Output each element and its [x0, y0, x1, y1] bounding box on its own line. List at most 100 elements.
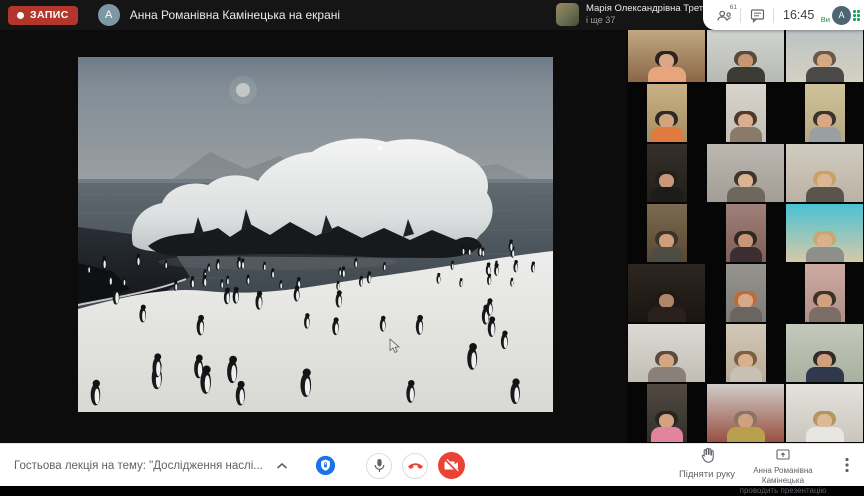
participant-video: [805, 264, 845, 322]
participant-tile[interactable]: [706, 263, 785, 323]
participant-video: [726, 264, 766, 322]
participant-tile[interactable]: [627, 143, 706, 203]
participant-video: [786, 24, 863, 82]
participant-silhouette: [651, 411, 683, 442]
participant-silhouette: [730, 111, 762, 142]
participant-silhouette: [806, 411, 844, 442]
meet-header-panel: 61 16:45 Ви А: [703, 0, 864, 30]
participant-tile[interactable]: [706, 83, 785, 143]
participant-silhouette: [809, 291, 841, 322]
you-indicator: Ви А: [821, 6, 864, 25]
meeting-title: Гостьова лекція на тему: "Дослідження на…: [14, 460, 263, 472]
participant-silhouette: [648, 351, 686, 382]
participant-video: [726, 204, 766, 262]
participant-tile[interactable]: [706, 143, 785, 203]
videocam-off-icon: [444, 459, 459, 472]
participant-video: [628, 264, 705, 322]
more-vert-icon: [845, 457, 849, 473]
shared-screen: [78, 57, 553, 412]
chat-button[interactable]: [744, 2, 770, 28]
participant-tile[interactable]: [785, 23, 864, 83]
participant-silhouette: [809, 111, 841, 142]
chevron-up-icon: [276, 462, 288, 470]
extension-icon[interactable]: [853, 10, 862, 21]
participant-silhouette: [730, 231, 762, 262]
microphone-button[interactable]: [366, 453, 392, 479]
presenting-status: Анна Романівна Камінецька проводить през…: [733, 447, 833, 496]
participant-tile[interactable]: [627, 203, 706, 263]
participant-silhouette: [651, 171, 683, 202]
meeting-details-button[interactable]: [273, 457, 291, 475]
participant-silhouette: [730, 291, 762, 322]
presenting-line1: Анна Романівна Камінецька: [733, 466, 833, 486]
participant-tile[interactable]: [627, 323, 706, 383]
participant-silhouette: [806, 231, 844, 262]
participant-video: [726, 324, 766, 382]
raise-hand-button[interactable]: Підняти руку: [678, 447, 736, 480]
participant-tile[interactable]: [785, 323, 864, 383]
participant-silhouette: [727, 171, 765, 202]
presenter-avatar: А: [98, 4, 120, 26]
main-stage: [0, 30, 627, 443]
participant-video: [647, 384, 687, 442]
panel-divider: [740, 8, 741, 23]
recording-label: ЗАПИС: [30, 9, 69, 21]
mic-icon: [373, 458, 386, 473]
participants-toast: Марія Олександрівна Третьяч... і ще 37: [556, 3, 726, 26]
participant-tile[interactable]: [627, 23, 706, 83]
participant-tile[interactable]: [785, 83, 864, 143]
participant-tile[interactable]: [706, 383, 785, 443]
clock: 16:45: [783, 8, 814, 22]
participant-video: [628, 24, 705, 82]
participant-tile[interactable]: [785, 203, 864, 263]
participant-video: [707, 24, 784, 82]
participant-silhouette: [730, 351, 762, 382]
participant-video: [786, 384, 863, 442]
more-options-button[interactable]: [838, 456, 856, 474]
penguin-scene: [78, 57, 553, 412]
participants-button[interactable]: 61: [711, 2, 737, 28]
participant-silhouette: [651, 111, 683, 142]
toast-avatar: [556, 3, 579, 26]
presenting-line2: проводить презентацію: [733, 486, 833, 496]
participant-silhouette: [727, 411, 765, 442]
record-dot-icon: [17, 12, 24, 19]
participant-silhouette: [648, 291, 686, 322]
participant-tile[interactable]: [627, 263, 706, 323]
participant-silhouette: [806, 51, 844, 82]
participants-grid: [627, 23, 864, 443]
participant-tile[interactable]: [627, 83, 706, 143]
participant-silhouette: [651, 231, 683, 262]
you-avatar: А: [832, 6, 851, 25]
recording-badge: ЗАПИС: [8, 6, 78, 25]
participant-silhouette: [806, 171, 844, 202]
raise-hand-label: Підняти руку: [678, 469, 736, 480]
participant-video: [786, 324, 863, 382]
raise-hand-icon: [700, 447, 715, 463]
participant-tile[interactable]: [627, 383, 706, 443]
participant-video: [707, 144, 784, 202]
participant-tile[interactable]: [785, 383, 864, 443]
host-controls-shield-icon[interactable]: [315, 455, 336, 476]
participant-video: [628, 324, 705, 382]
bottom-bar: Гостьова лекція на тему: "Дослідження на…: [0, 443, 864, 486]
chat-icon: [750, 8, 765, 23]
participant-tile[interactable]: [706, 323, 785, 383]
participant-video: [805, 84, 845, 142]
participant-tile[interactable]: [785, 143, 864, 203]
participant-silhouette: [727, 51, 765, 82]
presenter-initial: А: [105, 9, 112, 21]
participant-tile[interactable]: [785, 263, 864, 323]
participant-tile[interactable]: [706, 203, 785, 263]
participant-video: [786, 204, 863, 262]
participant-video: [647, 144, 687, 202]
leave-call-button[interactable]: [402, 453, 428, 479]
participant-tile[interactable]: [706, 23, 785, 83]
you-initial: А: [838, 10, 844, 20]
participants-count: 61: [730, 4, 737, 11]
camera-off-button[interactable]: [438, 452, 465, 479]
participant-silhouette: [648, 51, 686, 82]
participant-video: [647, 84, 687, 142]
participant-video: [726, 84, 766, 142]
present-screen-icon: [776, 449, 790, 460]
